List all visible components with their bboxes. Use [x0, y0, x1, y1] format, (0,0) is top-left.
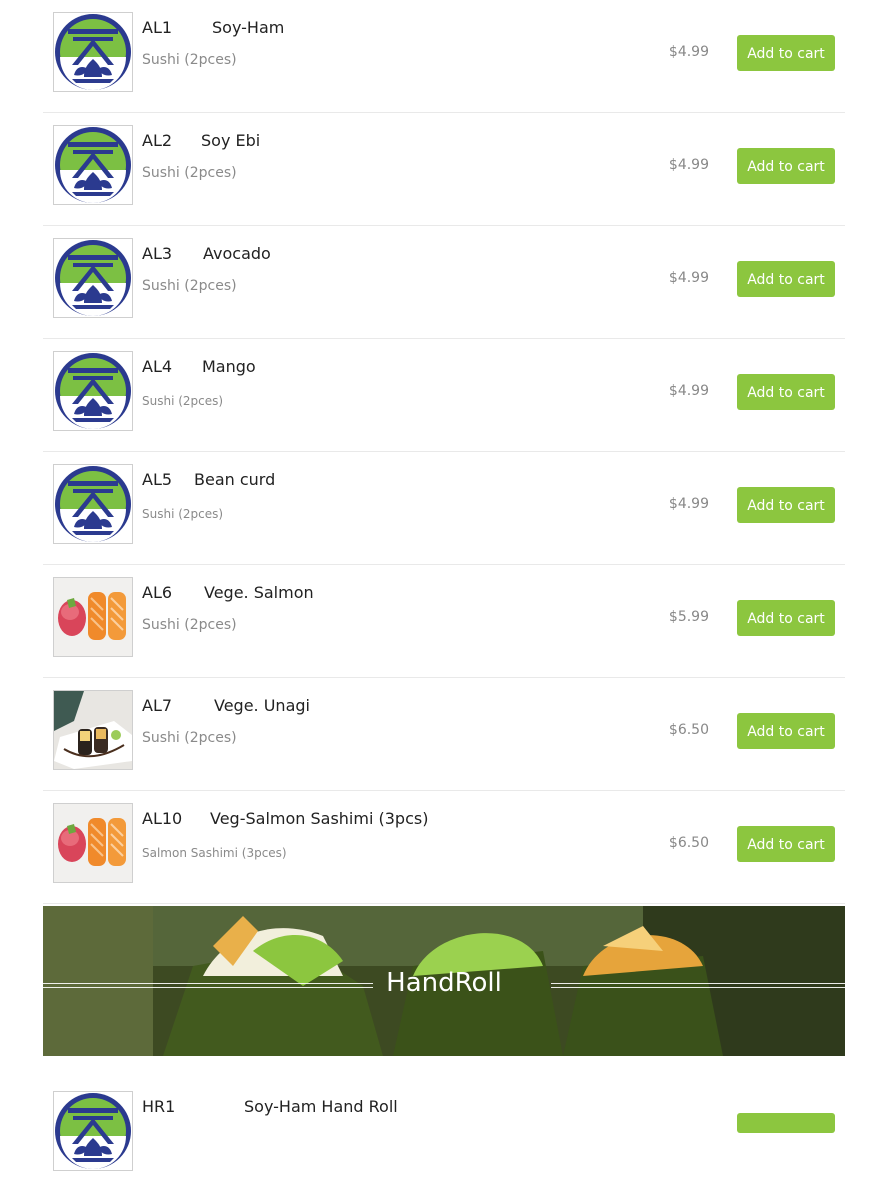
item-price: $6.50: [668, 835, 709, 851]
item-name[interactable]: Bean curd: [194, 470, 275, 489]
unagi-sushi-photo: [54, 691, 132, 769]
item-thumbnail[interactable]: [53, 351, 133, 431]
item-name[interactable]: Avocado: [203, 244, 271, 263]
list-item: AL3 Avocado Sushi (2pces) $4.99 Add to c…: [43, 226, 845, 339]
item-name[interactable]: Veg-Salmon Sashimi (3pcs): [210, 809, 428, 828]
logo-icon: [54, 126, 132, 204]
item-price: $4.99: [668, 496, 709, 512]
list-item: AL10 Veg-Salmon Sashimi (3pcs) Salmon Sa…: [43, 791, 845, 904]
item-thumbnail[interactable]: [53, 464, 133, 544]
add-to-cart-button[interactable]: Add to cart: [737, 35, 835, 71]
list-item: AL4 Mango Sushi (2pces) $4.99 Add to car…: [43, 339, 845, 452]
menu-list: AL1 Soy-Ham Sushi (2pces) $4.99 Add to c…: [43, 0, 845, 904]
add-to-cart-button[interactable]: [737, 1113, 835, 1133]
logo-icon: [54, 465, 132, 543]
item-price: $6.50: [668, 722, 709, 738]
item-thumbnail[interactable]: [53, 803, 133, 883]
list-item: AL7 Vege. Unagi Sushi (2pces) $6.50 Add …: [43, 678, 845, 791]
item-code: AL10: [142, 809, 183, 828]
logo-icon: [54, 239, 132, 317]
item-description: Salmon Sashimi (3pces): [142, 846, 287, 860]
item-code: AL7: [142, 696, 173, 715]
list-item: AL2 Soy Ebi Sushi (2pces) $4.99 Add to c…: [43, 113, 845, 226]
item-description: Sushi (2pces): [142, 52, 237, 68]
salmon-sushi-photo: [54, 804, 132, 882]
item-thumbnail[interactable]: [53, 690, 133, 770]
item-code: AL3: [142, 244, 173, 263]
item-name[interactable]: Mango: [202, 357, 256, 376]
item-price: $4.99: [668, 383, 709, 399]
item-name[interactable]: Vege. Unagi: [214, 696, 310, 715]
add-to-cart-button[interactable]: Add to cart: [737, 826, 835, 862]
logo-icon: [54, 1092, 132, 1170]
item-description: Sushi (2pces): [142, 730, 237, 746]
item-price: $4.99: [668, 44, 709, 60]
item-thumbnail[interactable]: [53, 238, 133, 318]
add-to-cart-button[interactable]: Add to cart: [737, 713, 835, 749]
item-code: AL2: [142, 131, 173, 150]
item-description: Sushi (2pces): [142, 394, 224, 408]
item-code: AL5: [142, 470, 173, 489]
list-item: HR1 Soy-Ham Hand Roll: [43, 1066, 845, 1179]
logo-icon: [54, 352, 132, 430]
item-description: Sushi (2pces): [142, 507, 224, 521]
add-to-cart-button[interactable]: Add to cart: [737, 487, 835, 523]
item-code: AL6: [142, 583, 173, 602]
item-thumbnail[interactable]: [53, 125, 133, 205]
add-to-cart-button[interactable]: Add to cart: [737, 374, 835, 410]
item-description: Sushi (2pces): [142, 165, 237, 181]
item-thumbnail[interactable]: [53, 577, 133, 657]
item-name[interactable]: Soy-Ham Hand Roll: [244, 1097, 398, 1116]
add-to-cart-button[interactable]: Add to cart: [737, 148, 835, 184]
item-code: AL1: [142, 18, 173, 37]
category-title: HandRoll: [386, 968, 502, 998]
list-item: AL1 Soy-Ham Sushi (2pces) $4.99 Add to c…: [43, 0, 845, 113]
item-thumbnail[interactable]: [53, 1091, 133, 1171]
item-thumbnail[interactable]: [53, 12, 133, 92]
item-description: Sushi (2pces): [142, 617, 237, 633]
list-item: AL6 Vege. Salmon Sushi (2pces) $5.99 Add…: [43, 565, 845, 678]
item-code: HR1: [142, 1097, 176, 1116]
item-name[interactable]: Soy Ebi: [201, 131, 260, 150]
category-banner-handroll: HandRoll: [43, 906, 845, 1056]
item-description: Sushi (2pces): [142, 278, 237, 294]
item-price: $4.99: [668, 270, 709, 286]
item-code: AL4: [142, 357, 173, 376]
logo-icon: [54, 13, 132, 91]
add-to-cart-button[interactable]: Add to cart: [737, 261, 835, 297]
salmon-sushi-photo: [54, 578, 132, 656]
add-to-cart-button[interactable]: Add to cart: [737, 600, 835, 636]
list-item: AL5 Bean curd Sushi (2pces) $4.99 Add to…: [43, 452, 845, 565]
item-name[interactable]: Vege. Salmon: [204, 583, 314, 602]
item-price: $4.99: [668, 157, 709, 173]
item-price: $5.99: [668, 609, 709, 625]
item-name[interactable]: Soy-Ham: [212, 18, 284, 37]
